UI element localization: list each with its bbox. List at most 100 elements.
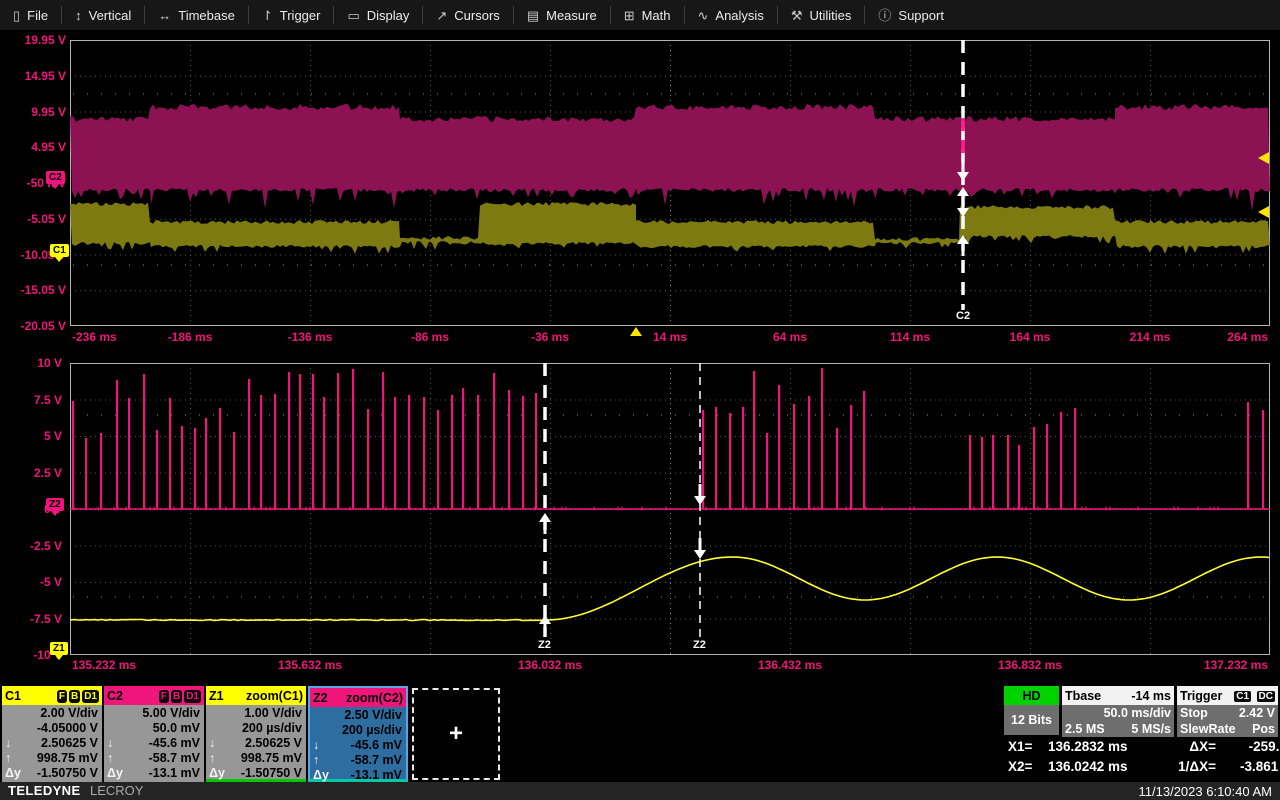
file-icon: ▯ [13,9,20,22]
descriptor-measure-row: ↓-45.6 mV [107,736,200,751]
zoom-x-label: 136.832 ms [998,658,1062,672]
menu-item-math[interactable]: ⊞ Math [611,0,684,30]
support-icon: ⓘ [878,9,891,22]
tbase-offset: -14 ms [1131,689,1171,703]
trace-descriptor-z2[interactable]: Z2zoom(C2)2.50 V/div200 µs/div↓-45.6 mV↑… [308,686,408,782]
descriptor-value-row: 200 µs/div [209,721,302,736]
trigger-position-marker[interactable] [630,327,642,336]
measure-arrow-icon: ↓ [107,736,113,751]
cursors-icon: ↗ [436,9,447,22]
menu-item-label: Display [367,8,410,23]
descriptor-value-row: 200 µs/div [313,723,402,738]
tbase-samples: 2.5 MS [1065,721,1105,737]
hd-indicator[interactable]: HD 12 Bits [1004,686,1059,735]
trace-descriptor-c2[interactable]: C2 FBD1 5.00 V/div50.0 mV↓-45.6 mV↑-58.7 m… [104,686,204,782]
menu-item-vertical[interactable]: ↕Vertical [62,0,144,30]
brand-logo: TELEDYNE LECROY [8,782,143,800]
tbase-title: Tbase [1065,689,1101,703]
menu-item-label: Math [642,8,671,23]
channel-badge-c1[interactable]: C1 [50,244,69,257]
top-x-label: -136 ms [288,330,333,344]
dx-value: -259.0 µs [1222,737,1280,757]
zoom-y-label: 7.5 V [34,393,62,407]
top-y-label: 14.95 V [25,69,66,83]
hd-label: HD [1004,686,1059,705]
top-x-label: 64 ms [773,330,807,344]
trigger-panel[interactable]: Trigger C1 DC Stop 2.42 V SlewRate Pos [1177,686,1278,737]
descriptor-chip-b: B [171,690,182,703]
descriptor-title: C2 [107,689,123,703]
top-y-label: 4.95 V [31,140,66,154]
descriptor-measure-row: ↑-58.7 mV [313,753,402,768]
descriptor-measure-row: Δy-13.1 mV [313,768,402,783]
measure-value: -13.1 mV [351,768,402,783]
descriptor-body: 2.50 V/div200 µs/div↓-45.6 mV↑-58.7 mVΔy… [310,707,406,779]
menu-item-utilities[interactable]: ⚒Utilities [778,0,865,30]
tbase-scale: 50.0 ms/div [1065,705,1171,721]
descriptor-measure-row: ↓2.50625 V [209,736,302,751]
trigger-coupling-chip: DC [1257,691,1275,702]
measure-arrow-icon: ↑ [313,753,319,768]
menu-item-label: Analysis [715,8,763,23]
descriptor-chips: FBD1 [157,688,201,703]
add-trace-button[interactable]: + [412,688,500,780]
descriptor-header: C1FBD1 [2,686,102,705]
zoom-x-label: 135.632 ms [278,658,342,672]
menu-item-label: Vertical [89,8,132,23]
measure-arrow-icon: Δy [209,766,225,781]
datetime: 11/13/2023 6:10:40 AM [1139,784,1272,799]
menu-item-trigger[interactable]: ↾Trigger [249,0,334,30]
invdx-value: -3.861 kHz [1222,757,1280,777]
x2-label: X2= [1008,757,1048,777]
descriptor-chip-d1: D1 [82,690,99,703]
hd-bits: 12 Bits [1004,705,1059,735]
menu-item-support[interactable]: ⓘSupport [865,0,957,30]
main-graticule [70,40,1270,326]
descriptor-body: 2.00 V/div-4.05000 V↓2.50625 V↑998.75 mV… [2,705,102,782]
trace-descriptor-z1[interactable]: Z1zoom(C1)1.00 V/div200 µs/div↓2.50625 V… [206,686,306,782]
cursor-chip-z1[interactable]: Z2 [535,639,554,652]
measure-value: -58.7 mV [149,751,200,766]
menu-item-file[interactable]: ▯ File [0,0,61,30]
x2-value: 136.0242 ms [1048,757,1160,777]
cursor-chip-z2[interactable]: Z2 [690,639,709,652]
z2-trace [72,368,1264,509]
zoom-y-label: 2.5 V [34,466,62,480]
measure-icon: ▤ [527,9,539,22]
trace-descriptor-c1[interactable]: C1FBD12.00 V/div-4.05000 V↓2.50625 V↑998… [2,686,102,782]
trigger-level: 2.42 V [1239,705,1275,721]
menu-item-display[interactable]: ▭ Display [334,0,422,30]
channel-badge-z2[interactable]: Z2 [46,498,64,511]
timebase-panel[interactable]: Tbase -14 ms 50.0 ms/div 2.5 MS 5 MS/s [1062,686,1174,737]
descriptor-chip-f: F [159,690,169,703]
x1-label: X1= [1008,737,1048,757]
zoom-x-label: 136.432 ms [758,658,822,672]
top-x-label: 14 ms [653,330,687,344]
descriptor-value-row: 1.00 V/div [209,706,302,721]
descriptor-value-row: 2.00 V/div [5,706,98,721]
z1-offset-arrow-icon [55,655,63,660]
menu-item-label: File [27,8,48,23]
descriptor-subtitle: zoom(C2) [346,691,403,705]
channel-badge-z1[interactable]: Z1 [50,642,68,655]
menu-item-measure[interactable]: ▤ Measure [514,0,610,30]
menu-item-cursors[interactable]: ↗Cursors [423,0,512,30]
descriptor-value-row: -4.05000 V [5,721,98,736]
tbase-rate: 5 MS/s [1131,721,1171,737]
display-icon: ▭ [347,9,359,22]
channel-badge-c2[interactable]: C2 [46,171,65,184]
measure-value: 998.75 mV [241,751,302,766]
descriptor-measure-row: ↑998.75 mV [5,751,98,766]
menu-item-label: Measure [546,8,597,23]
math-icon: ⊞ [624,9,635,22]
measure-value: 998.75 mV [37,751,98,766]
menu-item-analysis[interactable]: ∿Analysis [685,0,777,30]
descriptor-body: 5.00 V/div50.0 mV↓-45.6 mV↑-58.7 mVΔy-13… [104,705,204,782]
menu-item-timebase[interactable]: ↔Timebase [145,0,248,30]
trigger-icon: ↾ [262,9,273,22]
dx-label: ΔX= [1160,737,1222,757]
cursor-chip-c2[interactable]: C2 [953,310,973,323]
top-x-label: -186 ms [168,330,213,344]
descriptor-measure-row: Δy-1.50750 V [5,766,98,781]
top-x-label: -236 ms [72,330,117,344]
